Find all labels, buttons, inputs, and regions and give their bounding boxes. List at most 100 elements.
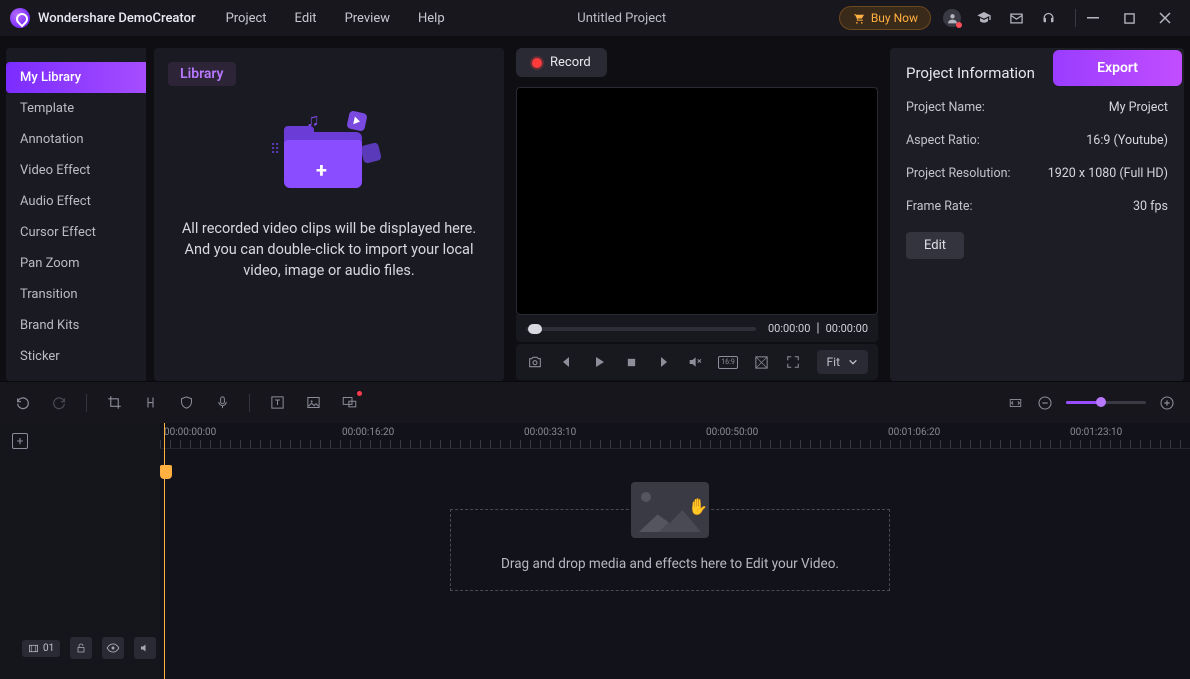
stop-icon[interactable]: [622, 353, 640, 371]
sidebar-item-my-library[interactable]: My Library: [6, 62, 146, 93]
record-dot-icon: [532, 58, 542, 68]
maximize-icon[interactable]: [1120, 9, 1138, 27]
menu-edit[interactable]: Edit: [295, 11, 317, 26]
record-label: Record: [550, 55, 591, 70]
preview-panel: Record 00:00:00 | 00:00:00 16:9 Fit: [516, 48, 878, 381]
total-time: 00:00:00: [826, 322, 868, 335]
zoom-out-icon[interactable]: [1036, 394, 1054, 412]
sidebar-item-template[interactable]: Template: [6, 93, 146, 124]
record-button[interactable]: Record: [516, 48, 607, 77]
project-info-panel: Project Information Project Name:My Proj…: [890, 48, 1184, 381]
library-description: All recorded video clips will be display…: [168, 218, 490, 281]
library-panel[interactable]: Library ⠿ ♫ + All recorded video clips w…: [154, 48, 504, 381]
image-icon[interactable]: [304, 394, 322, 412]
timeline-dropzone[interactable]: Drag and drop media and effects here to …: [450, 509, 890, 591]
fit-dropdown[interactable]: Fit: [817, 350, 868, 374]
text-icon[interactable]: [268, 394, 286, 412]
sidebar-item-audio-effect[interactable]: Audio Effect: [6, 186, 146, 217]
scrub-bar: 00:00:00 | 00:00:00: [516, 315, 878, 342]
fit-timeline-icon[interactable]: [1006, 394, 1024, 412]
ruler-mark: 00:00:50:00: [706, 427, 758, 438]
sidebar-item-sticker[interactable]: Sticker: [6, 341, 146, 372]
pip-icon[interactable]: [340, 394, 358, 412]
next-frame-icon[interactable]: [654, 353, 672, 371]
timeline-toolbar: [0, 381, 1190, 423]
track-header: + 01: [0, 423, 160, 679]
sidebar-item-annotation[interactable]: Annotation: [6, 124, 146, 155]
track-body[interactable]: 00:00:00:00 00:00:16:20 00:00:33:10 00:0…: [160, 423, 1190, 679]
divider: [1075, 9, 1076, 27]
mail-icon[interactable]: [1007, 9, 1025, 27]
library-tag: Library: [168, 62, 236, 86]
window-controls: [1084, 9, 1174, 27]
playback-controls: 16:9 Fit: [516, 344, 878, 380]
voiceover-icon[interactable]: [213, 394, 231, 412]
track-number-chip[interactable]: 01: [22, 640, 60, 657]
separator: [249, 394, 250, 412]
zoom-slider[interactable]: [1066, 401, 1146, 404]
crop-icon[interactable]: [105, 394, 123, 412]
buy-now-button[interactable]: Buy Now: [839, 6, 931, 30]
redo-icon[interactable]: [50, 394, 68, 412]
scrub-track[interactable]: [526, 327, 756, 331]
shield-icon[interactable]: [177, 394, 195, 412]
account-icon[interactable]: [943, 9, 961, 27]
grab-hand-icon: ✋: [688, 497, 708, 516]
ruler-mark: 00:00:00:00: [164, 427, 216, 438]
scrub-handle[interactable]: [528, 324, 542, 334]
ruler-mark: 00:00:33:10: [524, 427, 576, 438]
mute-track-icon[interactable]: [134, 637, 156, 659]
notification-dot-icon: [956, 22, 962, 28]
buy-now-label: Buy Now: [871, 11, 918, 25]
headset-icon[interactable]: [1039, 9, 1057, 27]
ruler-mark: 00:01:23:10: [1070, 427, 1122, 438]
aspect-ratio-icon[interactable]: 16:9: [718, 356, 738, 369]
import-folder-icon: ⠿ ♫ +: [274, 114, 384, 194]
close-icon[interactable]: [1156, 9, 1174, 27]
mute-icon[interactable]: [686, 353, 704, 371]
title-bar: Wondershare DemoCreator Project Edit Pre…: [0, 0, 1190, 36]
video-preview[interactable]: [516, 87, 878, 315]
sidebar-item-brand-kits[interactable]: Brand Kits: [6, 310, 146, 341]
track-number: 01: [43, 643, 54, 654]
menu-preview[interactable]: Preview: [345, 11, 390, 26]
safe-zone-icon[interactable]: [752, 353, 770, 371]
fullscreen-icon[interactable]: [784, 353, 802, 371]
sidebar-item-pan-zoom[interactable]: Pan Zoom: [6, 248, 146, 279]
sidebar-item-video-effect[interactable]: Video Effect: [6, 155, 146, 186]
menu-project[interactable]: Project: [226, 11, 267, 26]
fit-label: Fit: [827, 355, 840, 369]
edit-project-button[interactable]: Edit: [906, 232, 964, 259]
sidebar-item-transition[interactable]: Transition: [6, 279, 146, 310]
minimize-icon[interactable]: [1084, 9, 1102, 27]
chevron-down-icon: [848, 357, 858, 367]
graduation-icon[interactable]: [975, 9, 993, 27]
notification-dot-icon: [357, 391, 362, 396]
undo-icon[interactable]: [14, 394, 32, 412]
playhead[interactable]: [164, 423, 165, 679]
visibility-track-icon[interactable]: [102, 637, 124, 659]
export-button[interactable]: Export: [1053, 50, 1182, 86]
zoom-thumb[interactable]: [1096, 397, 1106, 407]
prev-frame-icon[interactable]: [558, 353, 576, 371]
ruler-mark: 00:01:06:20: [888, 427, 940, 438]
sidebar-item-cursor-effect[interactable]: Cursor Effect: [6, 217, 146, 248]
zoom-in-icon[interactable]: [1158, 394, 1176, 412]
snapshot-icon[interactable]: [526, 353, 544, 371]
timeline: + 01 00:00:00:00 00:00:16:20 00:00:33:10…: [0, 423, 1190, 679]
add-track-button[interactable]: +: [12, 433, 28, 449]
current-time: 00:00:00: [768, 322, 810, 335]
ruler-mark: 00:00:16:20: [342, 427, 394, 438]
play-icon[interactable]: [590, 353, 608, 371]
app-name: Wondershare DemoCreator: [38, 11, 196, 26]
split-icon[interactable]: [141, 394, 159, 412]
time-ruler[interactable]: 00:00:00:00 00:00:16:20 00:00:33:10 00:0…: [160, 423, 1190, 449]
separator: [86, 394, 87, 412]
lock-track-icon[interactable]: [70, 637, 92, 659]
info-row-resolution: Project Resolution:1920 x 1080 (Full HD): [906, 166, 1168, 181]
category-sidebar: My Library Template Annotation Video Eff…: [6, 48, 146, 381]
playhead-handle[interactable]: [160, 465, 172, 479]
dropzone-text: Drag and drop media and effects here to …: [501, 556, 839, 572]
info-row-name: Project Name:My Project: [906, 100, 1168, 115]
time-separator: |: [816, 321, 819, 336]
